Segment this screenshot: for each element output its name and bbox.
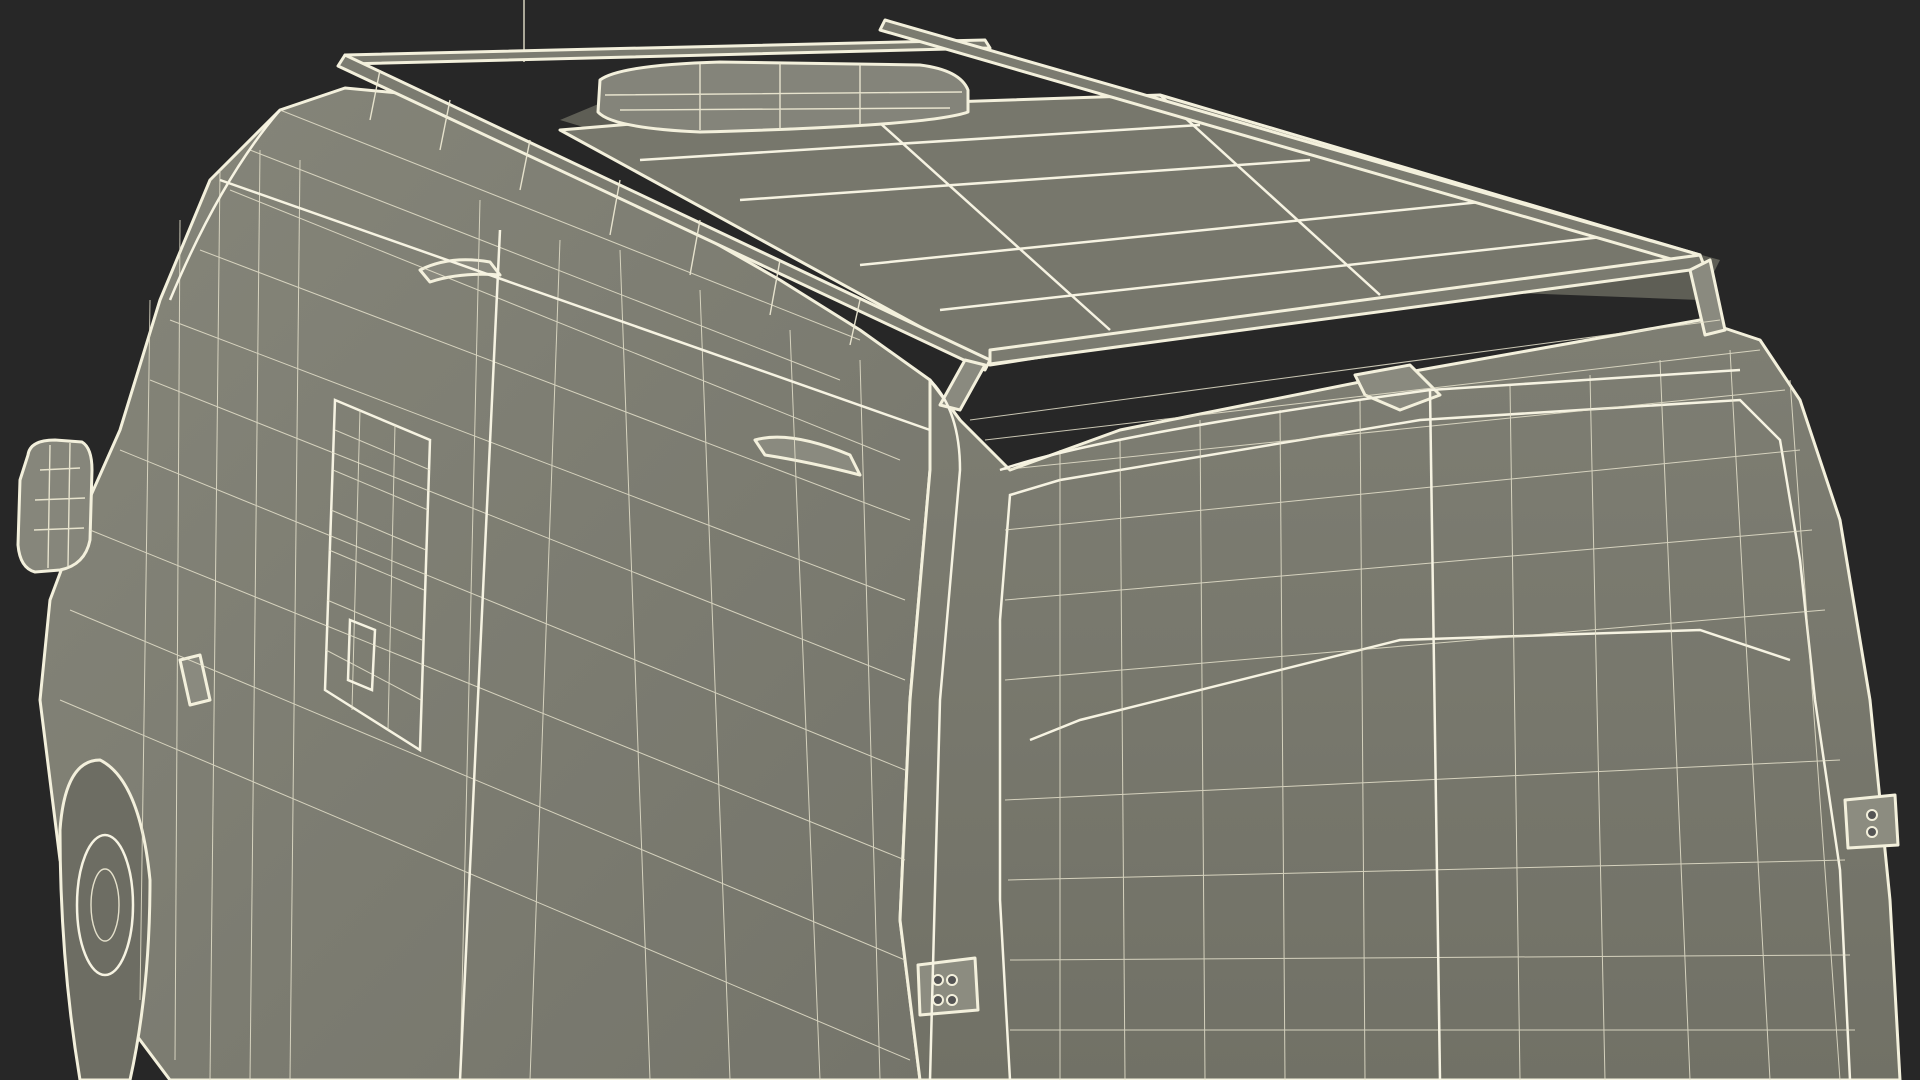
rear-hinge [916,956,980,1017]
rear-hinge [1843,793,1900,850]
van-wireframe-render [16,0,1902,1080]
side-mirror [16,438,94,574]
render-viewport [0,0,1920,1080]
front-wheel [58,758,152,1080]
roof-vent [596,60,970,134]
van-rear-body [898,318,1902,1080]
